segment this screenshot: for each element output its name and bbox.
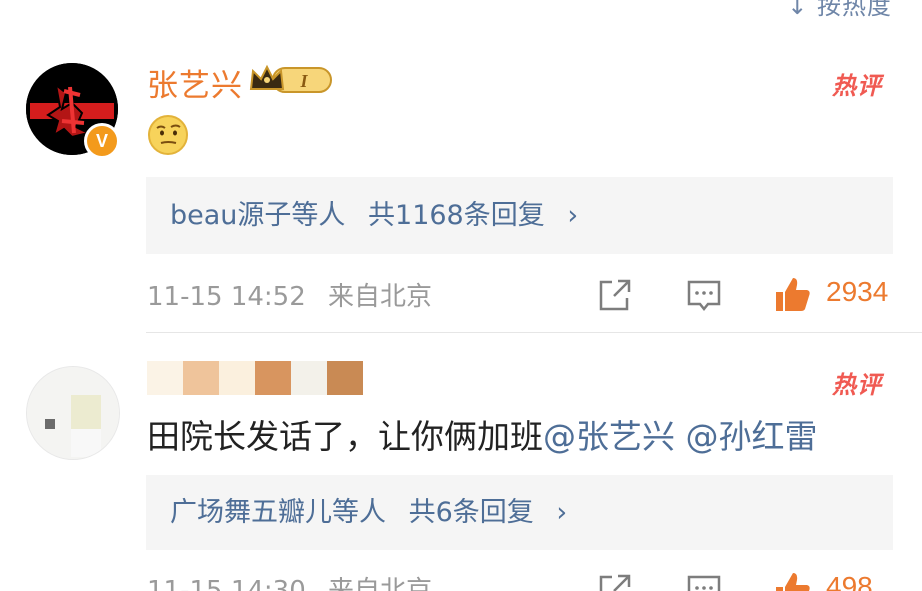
mention-link[interactable]: @孙红雷 [686, 417, 818, 456]
username[interactable]: 张艺兴 [147, 60, 243, 105]
reply-count: 共6条回复 [408, 497, 534, 528]
mention-link[interactable]: @张艺兴 [543, 417, 675, 456]
comment-icon[interactable] [686, 569, 722, 591]
smirk-emoji-icon [148, 115, 188, 155]
comment-list: ↓ 按热度 V 张艺兴 I 热评 beau源子等人 共1168条回复 › 11-… [0, 0, 922, 591]
comment-item: V 张艺兴 I 热评 beau源子等人 共1168条回复 › 11-15 14:… [0, 0, 922, 335]
hot-comment-tag: 热评 [832, 371, 882, 399]
like-button[interactable]: 2934 [772, 274, 892, 314]
chevron-right-icon: › [556, 497, 568, 528]
comment-icon[interactable] [686, 274, 722, 314]
blurred-username[interactable] [147, 361, 363, 395]
comment-meta: 11-15 14:30 来自北京 [147, 570, 432, 591]
comment-location: 来自北京 [328, 282, 433, 312]
blurred-avatar-icon [27, 367, 119, 459]
comment-meta: 11-15 14:52 来自北京 [147, 276, 432, 313]
reply-summary-text[interactable]: 广场舞五瓣儿等人 共6条回复 › [170, 475, 567, 550]
comment-body: 田院长发话了，让你俩加班 [147, 417, 543, 456]
reply-summary-box[interactable]: 广场舞五瓣儿等人 共6条回复 › [146, 475, 893, 550]
reply-count: 共1168条回复 [368, 200, 545, 231]
reply-summary-box[interactable]: beau源子等人 共1168条回复 › [146, 177, 893, 254]
like-count: 2934 [826, 276, 889, 307]
reply-users: beau源子等人 [170, 200, 346, 231]
share-icon[interactable] [596, 569, 632, 591]
comment-text: 田院长发话了，让你俩加班@张艺兴 @孙红雷 [147, 410, 818, 458]
comment-time: 11-15 14:52 [147, 282, 306, 312]
thumbs-up-icon [776, 573, 810, 591]
comment-item: 热评 田院长发话了，让你俩加班@张艺兴 @孙红雷 广场舞五瓣儿等人 共6条回复 … [0, 335, 922, 591]
comment-location: 来自北京 [328, 576, 433, 591]
comment-time: 11-15 14:30 [147, 576, 306, 591]
verified-badge-icon: V [84, 123, 120, 159]
avatar[interactable] [26, 366, 120, 460]
reply-summary-text[interactable]: beau源子等人 共1168条回复 › [170, 177, 578, 254]
level-badge-text: I [299, 71, 308, 91]
vip-crown-level-icon[interactable]: I [249, 63, 333, 97]
thumbs-up-icon [776, 278, 810, 311]
like-button[interactable]: 498 [772, 569, 892, 591]
like-count: 498 [826, 571, 873, 591]
hot-comment-tag: 热评 [832, 72, 882, 100]
divider [146, 332, 922, 333]
reply-users: 广场舞五瓣儿等人 [170, 497, 386, 528]
share-icon[interactable] [596, 274, 632, 314]
chevron-right-icon: › [567, 200, 579, 231]
